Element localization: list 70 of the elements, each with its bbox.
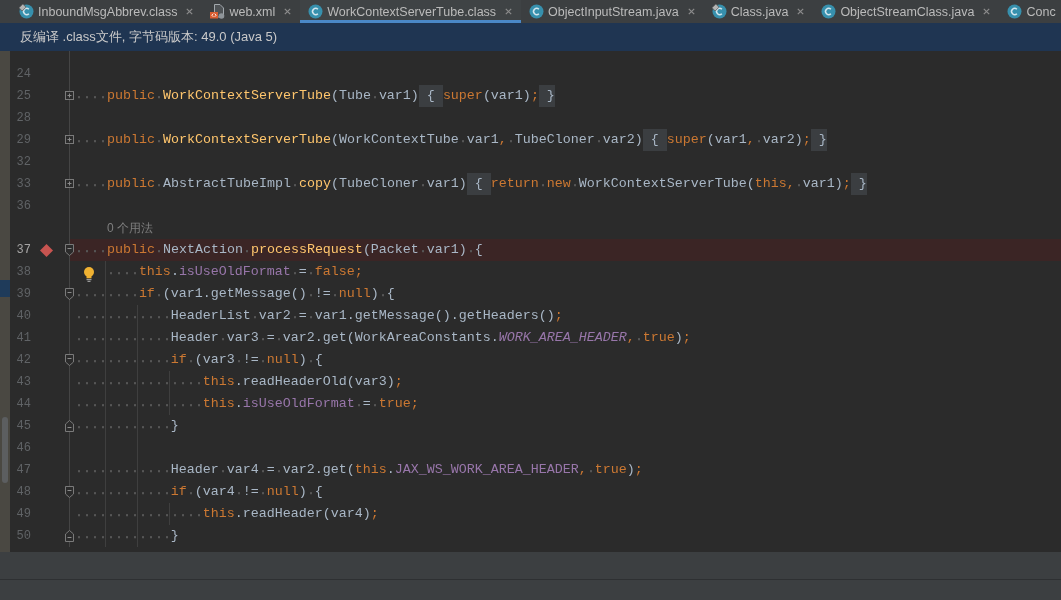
close-icon[interactable] bbox=[797, 8, 805, 15]
breakpoint-icon[interactable] bbox=[40, 243, 53, 257]
line-number: 37 bbox=[15, 242, 31, 259]
line-number: 44 bbox=[15, 396, 31, 413]
code-line: Header var4 = var2.get(this.JAX_WS_WORK_AREA_HEADER, true); bbox=[75, 459, 643, 481]
code-line: if (var4 != null) { bbox=[75, 481, 323, 503]
line-number: 29 bbox=[15, 132, 31, 149]
editor-tab[interactable]: InboundMsgAbbrev.class bbox=[11, 0, 203, 23]
fold-plus-icon[interactable] bbox=[65, 135, 74, 144]
line-number: 46 bbox=[15, 440, 31, 457]
scrollbar-thumb[interactable] bbox=[2, 417, 8, 483]
editor-tab[interactable]: Class.java bbox=[703, 0, 814, 23]
line-number: 36 bbox=[15, 198, 31, 215]
code-line: public WorkContextServerTube(Tube var1) { super(var1); } bbox=[75, 85, 555, 107]
class-icon bbox=[821, 4, 837, 19]
close-icon[interactable] bbox=[284, 8, 292, 15]
code-line: this.isUseOldFormat = false; bbox=[75, 261, 363, 283]
code-line: if (var3 != null) { bbox=[75, 349, 323, 371]
line-number: 42 bbox=[15, 352, 31, 369]
class-icon bbox=[308, 4, 324, 19]
close-icon[interactable] bbox=[505, 8, 513, 15]
line-number: 48 bbox=[15, 484, 31, 501]
line-number: 43 bbox=[15, 374, 31, 391]
xml-file-icon bbox=[210, 4, 226, 19]
fold-minus-icon[interactable] bbox=[65, 530, 74, 542]
line-number: 45 bbox=[15, 418, 31, 435]
line-number: 38 bbox=[15, 264, 31, 281]
code-line: Header var3 = var2.get(WorkAreaConstants.WORK_AREA_HEADER, true); bbox=[75, 327, 691, 349]
class-icon bbox=[1007, 4, 1023, 19]
editor-tab[interactable]: Conc bbox=[999, 0, 1061, 23]
class-icon bbox=[529, 4, 545, 19]
line-number: 28 bbox=[15, 110, 31, 127]
close-icon[interactable] bbox=[186, 8, 194, 15]
line-number: 32 bbox=[15, 154, 31, 171]
decompiler-notice: 反编译 .class文件, 字节码版本: 49.0 (Java 5) bbox=[20, 28, 278, 46]
code-line: public NextAction processRequest(Packet var1) { bbox=[75, 239, 483, 261]
close-icon[interactable] bbox=[983, 8, 991, 15]
close-icon[interactable] bbox=[687, 8, 695, 15]
code-line: this.readHeaderOld(var3); bbox=[75, 371, 403, 393]
fold-minus-icon[interactable] bbox=[65, 244, 74, 256]
line-number: 49 bbox=[15, 506, 31, 523]
line-number: 24 bbox=[15, 66, 31, 83]
code-line: } bbox=[75, 525, 179, 547]
code-line: public AbstractTubeImpl copy(TubeCloner var1) { return new WorkContextServerTube(this, var1); } bbox=[75, 173, 867, 195]
code-line: if (var1.getMessage() != null) { bbox=[75, 283, 395, 305]
editor-tab[interactable]: web.xml bbox=[202, 0, 301, 23]
line-number: 41 bbox=[15, 330, 31, 347]
code-line: HeaderList var2 = var1.getMessage().getHeaders(); bbox=[75, 305, 563, 327]
usage-hint[interactable]: 0 个用法 bbox=[107, 221, 153, 235]
fold-minus-icon[interactable] bbox=[65, 486, 74, 498]
code-line: } bbox=[75, 415, 179, 437]
line-number: 25 bbox=[15, 88, 31, 105]
editor-tab[interactable]: ObjectInputStream.java bbox=[521, 0, 704, 23]
code-line: public WorkContextServerTube(WorkContextTube var1, TubeCloner var2) { super(var1, var2); } bbox=[75, 129, 827, 151]
line-number: 33 bbox=[15, 176, 31, 193]
fold-minus-icon[interactable] bbox=[65, 354, 74, 366]
code-line: this.readHeader(var4); bbox=[75, 503, 379, 525]
fold-plus-icon[interactable] bbox=[65, 91, 74, 100]
line-number: 50 bbox=[15, 528, 31, 545]
line-number: 47 bbox=[15, 462, 31, 479]
editor-tab[interactable]: WorkContextServerTube.class bbox=[300, 0, 522, 23]
fold-minus-icon[interactable] bbox=[65, 288, 74, 300]
fold-plus-icon[interactable] bbox=[65, 179, 74, 188]
selected-row-highlight bbox=[0, 280, 10, 297]
lightbulb-icon[interactable] bbox=[83, 267, 95, 282]
line-number: 40 bbox=[15, 308, 31, 325]
code-line: this.isUseOldFormat = true; bbox=[75, 393, 419, 415]
fold-minus-icon[interactable] bbox=[65, 420, 74, 432]
editor-tab[interactable]: ObjectStreamClass.java bbox=[813, 0, 1000, 23]
line-number: 39 bbox=[15, 286, 31, 303]
